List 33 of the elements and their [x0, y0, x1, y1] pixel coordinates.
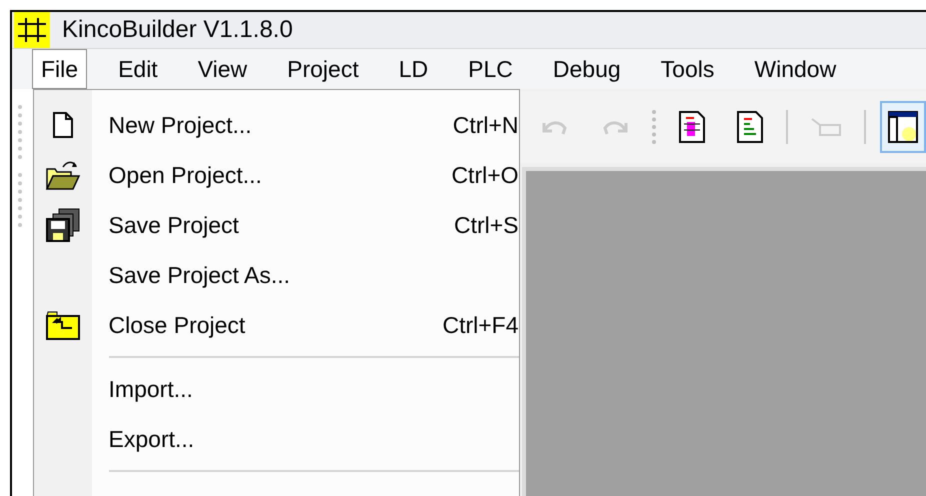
- menu-item[interactable]: Tools: [652, 49, 724, 89]
- menu-option[interactable]: Save Project As...: [34, 250, 519, 300]
- menu-option[interactable]: Open Project... Ctrl+O: [34, 150, 519, 200]
- folder-up-icon: [46, 310, 80, 340]
- menu-option[interactable]: Import...: [34, 364, 519, 414]
- open-folder-icon: [44, 159, 81, 191]
- menu-item[interactable]: Window: [745, 49, 846, 89]
- menu-option[interactable]: Close Project Ctrl+F4: [34, 300, 519, 350]
- menu-option[interactable]: Save Project Ctrl+S: [34, 200, 519, 250]
- document-icon: [736, 110, 764, 144]
- blank-page-icon: [52, 111, 74, 139]
- menu-item[interactable]: Project: [278, 49, 368, 89]
- menu-item[interactable]: View: [188, 49, 256, 89]
- window-layout-icon: [888, 110, 918, 144]
- toolbar-button[interactable]: [880, 101, 926, 153]
- floppy-disks-icon: [44, 207, 81, 243]
- toolbar-grip[interactable]: [18, 173, 24, 227]
- menu-item[interactable]: File: [32, 49, 88, 89]
- menu-item[interactable]: LD: [390, 49, 438, 89]
- tag-icon: [810, 116, 842, 138]
- menu-option[interactable]: Export...: [34, 414, 519, 464]
- menu-item[interactable]: Edit: [109, 49, 167, 89]
- shortcut-label: Ctrl+O: [450, 160, 519, 190]
- document-icon: [678, 110, 706, 144]
- toolbar-grip[interactable]: [18, 105, 24, 159]
- shortcut-label: Ctrl+N: [452, 110, 519, 140]
- window-title: KincoBuilder V1.1.8.0: [62, 15, 293, 45]
- toolbar-grip[interactable]: [652, 110, 656, 144]
- menu-item[interactable]: PLC: [459, 49, 522, 89]
- menu-option[interactable]: New Project... Ctrl+N: [34, 100, 519, 150]
- shortcut-label: Ctrl+S: [452, 210, 519, 240]
- shortcut-label: Ctrl+F4: [441, 310, 519, 340]
- menu-item[interactable]: Debug: [544, 49, 630, 89]
